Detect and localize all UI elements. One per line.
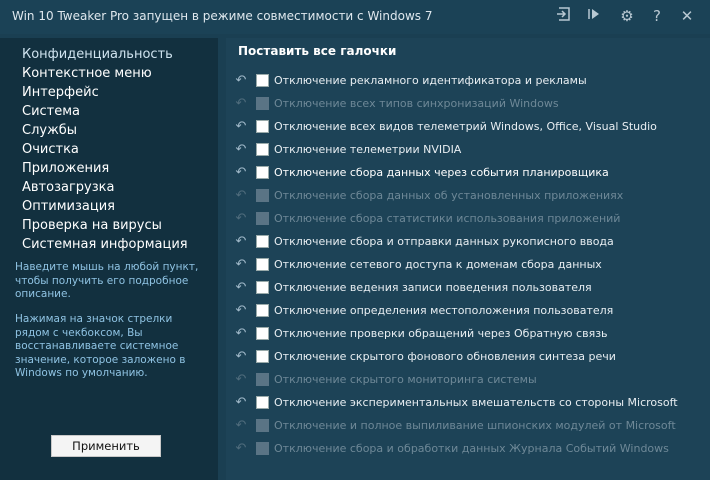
option-label: Отключение всех типов синхронизаций Wind… [274,97,559,110]
option-checkbox [256,189,269,202]
option-checkbox[interactable] [256,143,269,156]
option-row: ↶ Отключение ведения записи поведения по… [230,279,700,297]
option-label[interactable]: Отключение сбора данных через события пл… [274,164,609,182]
option-label[interactable]: Отключение скрытого фонового обновления … [274,348,616,366]
option-label: Отключение сбора и обработки данных Журн… [274,442,669,455]
option-checkbox [256,212,269,225]
option-label[interactable]: Отключение телеметрии NVIDIA [274,141,461,159]
option-row: ↶ Отключение скрытого мониторинга систем… [230,371,700,389]
sidebar-item-apps[interactable]: Приложения [22,159,109,178]
restore-arrow-icon[interactable]: ↶ [233,72,249,90]
restore-arrow-icon: ↶ [235,96,247,111]
option-row: ↶ Отключение определения местоположения … [230,302,700,320]
sidebar-item-virus-scan[interactable]: Проверка на вирусы [22,216,162,235]
restore-arrow-icon: ↶ [235,372,247,387]
option-checkbox[interactable] [256,74,269,87]
option-row: ↶ Отключение скрытого фонового обновлени… [230,348,700,366]
option-checkbox [256,442,269,455]
sidebar-item-optimization[interactable]: Оптимизация [22,197,115,216]
option-label[interactable]: Отключение определения местоположения по… [274,302,613,320]
option-checkbox[interactable] [256,281,269,294]
option-label: Отключение скрытого мониторинга системы [274,373,537,386]
option-row: ↶ Отключение всех типов синхронизаций Wi… [230,95,700,113]
option-label[interactable]: Отключение сетевого доступа к доменам сб… [274,256,602,274]
sidebar-item-interface[interactable]: Интерфейс [22,83,99,102]
close-icon[interactable]: ✕ [674,4,700,28]
option-row: ↶ Отключение рекламного идентификатора и… [230,72,700,90]
option-checkbox[interactable] [256,258,269,271]
option-checkbox[interactable] [256,327,269,340]
option-checkbox [256,97,269,110]
option-checkbox[interactable] [256,350,269,363]
option-row: ↶ Отключение сбора и отправки данных рук… [230,233,700,251]
restore-arrow-icon[interactable]: ↶ [233,164,249,182]
apply-button[interactable]: Применить [51,435,161,457]
option-checkbox [256,373,269,386]
option-row: ↶ Отключение всех видов телеметрий Windo… [230,118,700,136]
hint-text-hover: Наведите мышь на любой пункт, чтобы полу… [15,261,199,300]
option-checkbox[interactable] [256,235,269,248]
restore-arrow-icon[interactable]: ↶ [233,279,249,297]
restore-arrow-icon: ↶ [235,188,247,203]
option-label[interactable]: Отключение ведения записи поведения поль… [274,279,592,297]
option-row: ↶ Отключение сбора данных об установленн… [230,187,700,205]
option-row: ↶ Отключение сбора статистики использова… [230,210,700,228]
option-row: ↶ Отключение проверки обращений через Об… [230,325,700,343]
help-icon[interactable]: ? [644,4,670,28]
option-label: Отключение и полное выпиливание шпионски… [274,419,676,432]
restore-arrow-icon: ↶ [235,418,247,433]
restore-arrow-icon[interactable]: ↶ [233,256,249,274]
option-label[interactable]: Отключение экспериментальных вмешательст… [274,394,678,412]
sidebar-item-services[interactable]: Службы [22,121,77,140]
restore-arrow-icon[interactable]: ↶ [233,394,249,412]
option-row: ↶ Отключение сетевого доступа к доменам … [230,256,700,274]
sidebar-item-context-menu[interactable]: Контекстное меню [22,64,152,83]
restore-arrow-icon[interactable]: ↶ [233,325,249,343]
check-all-link[interactable]: Поставить все галочки [238,44,396,58]
login-icon[interactable] [551,4,577,28]
option-checkbox[interactable] [256,304,269,317]
gear-icon[interactable]: ⚙ [614,4,640,28]
option-label[interactable]: Отключение рекламного идентификатора и р… [274,72,587,90]
option-checkbox[interactable] [256,166,269,179]
option-row: ↶ Отключение сбора и обработки данных Жу… [230,440,700,458]
restore-arrow-icon: ↶ [235,211,247,226]
title-bar: Win 10 Tweaker Pro запущен в режиме совм… [0,0,710,34]
option-checkbox [256,419,269,432]
option-row: ↶ Отключение телеметрии NVIDIA [230,141,700,159]
play-icon[interactable] [581,4,607,28]
option-row: ↶ Отключение сбора данных через события … [230,164,700,182]
window-title: Win 10 Tweaker Pro запущен в режиме совм… [12,9,433,23]
option-label[interactable]: Отключение сбора и отправки данных рукоп… [274,233,614,251]
option-checkbox[interactable] [256,120,269,133]
option-label: Отключение сбора данных об установленных… [274,189,624,202]
option-row: ↶ Отключение экспериментальных вмешатель… [230,394,700,412]
sidebar-item-cleanup[interactable]: Очистка [22,140,79,159]
sidebar-item-startup[interactable]: Автозагрузка [22,178,114,197]
option-label[interactable]: Отключение всех видов телеметрий Windows… [274,118,657,136]
restore-arrow-icon[interactable]: ↶ [233,118,249,136]
hint-text-restore: Нажимая на значок стрелки рядом с чекбок… [15,313,186,379]
option-label[interactable]: Отключение проверки обращений через Обра… [274,325,608,343]
option-checkbox[interactable] [256,396,269,409]
restore-arrow-icon[interactable]: ↶ [233,233,249,251]
restore-arrow-icon[interactable]: ↶ [233,141,249,159]
sidebar-item-system-info[interactable]: Системная информация [22,235,188,254]
restore-arrow-icon[interactable]: ↶ [233,348,249,366]
sidebar-item-privacy[interactable]: Конфиденциальность [22,45,173,64]
sidebar-item-system[interactable]: Система [22,102,80,121]
restore-arrow-icon: ↶ [235,441,247,456]
restore-arrow-icon[interactable]: ↶ [233,302,249,320]
option-row: ↶ Отключение и полное выпиливание шпионс… [230,417,700,435]
option-label: Отключение сбора статистики использовани… [274,212,621,225]
